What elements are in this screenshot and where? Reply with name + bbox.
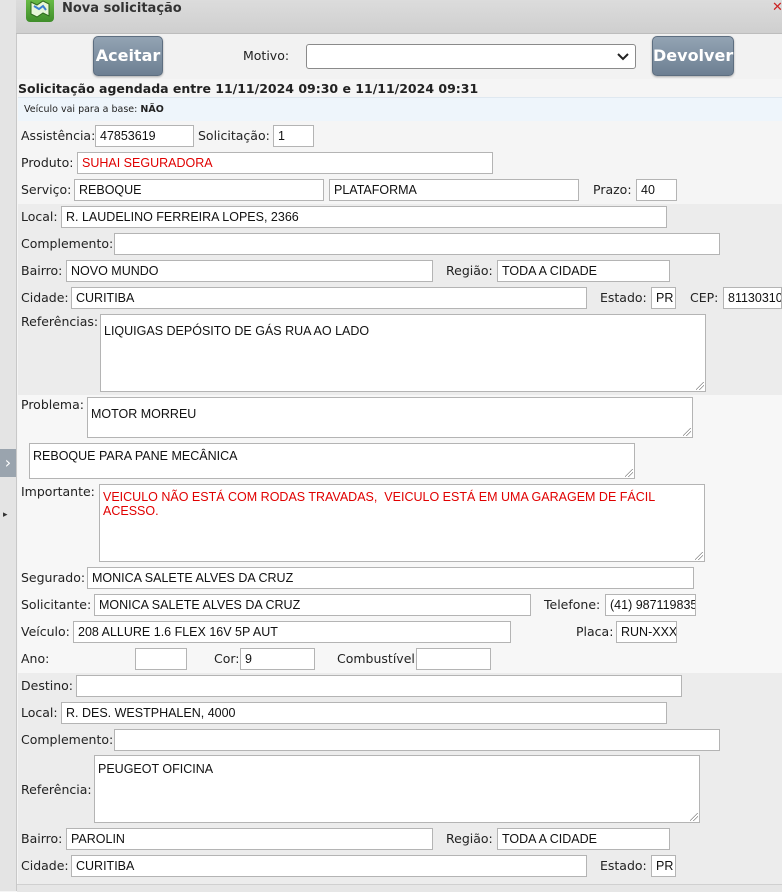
base-notice-label: Veículo vai para a base: bbox=[24, 104, 138, 115]
reason-label: Motivo: bbox=[243, 48, 290, 63]
ano-field[interactable] bbox=[135, 648, 187, 670]
dest-bairro-field[interactable]: PAROLIN bbox=[66, 828, 433, 850]
solicitacao-field[interactable]: 1 bbox=[273, 125, 314, 147]
dest-estado-label: Estado: bbox=[600, 858, 647, 873]
segurado-label: Segurado: bbox=[21, 570, 86, 585]
problema-label: Problema: bbox=[21, 397, 84, 412]
bairro-field[interactable]: NOVO MUNDO bbox=[66, 260, 433, 282]
cidade-field[interactable]: CURITIBA bbox=[71, 287, 587, 309]
base-notice-value: NÃO bbox=[140, 104, 164, 115]
destino-label: Destino: bbox=[21, 678, 73, 693]
dest-referencia-label: Referência: bbox=[21, 782, 92, 797]
problema-textarea[interactable]: MOTOR MORREU bbox=[87, 397, 693, 438]
placa-label: Placa: bbox=[576, 624, 614, 639]
dest-complemento-label: Complemento: bbox=[21, 732, 114, 747]
solicitante-label: Solicitante: bbox=[21, 597, 92, 612]
resize-grip-icon[interactable] bbox=[696, 382, 704, 390]
dest-complemento-field[interactable] bbox=[114, 729, 720, 751]
dest-local-label: Local: bbox=[21, 705, 58, 720]
chevron-down-icon bbox=[617, 53, 629, 61]
local-label: Local: bbox=[21, 209, 58, 224]
dest-local-field[interactable]: R. DES. WESTPHALEN, 4000 bbox=[61, 702, 667, 724]
produto-label: Produto: bbox=[21, 155, 74, 170]
produto-field[interactable]: SUHAI SEGURADORA bbox=[77, 152, 493, 174]
prazo-label: Prazo: bbox=[593, 182, 632, 197]
triangle-right-icon: ▸ bbox=[3, 510, 8, 520]
cep-field[interactable]: 81130310 bbox=[723, 287, 782, 309]
dest-referencia-textarea[interactable]: PEUGEOT OFICINA bbox=[94, 755, 700, 823]
resize-grip-icon[interactable] bbox=[625, 469, 633, 477]
prazo-field[interactable]: 40 bbox=[636, 179, 677, 201]
reason-select[interactable] bbox=[306, 44, 636, 69]
base-notice: Veículo vai para a base: NÃO bbox=[18, 97, 782, 121]
schedule-line: Solicitação agendada entre 11/11/2024 09… bbox=[18, 81, 479, 96]
cidade-label: Cidade: bbox=[21, 290, 69, 305]
dest-cidade-label: Cidade: bbox=[21, 858, 69, 873]
estado-field[interactable]: PR bbox=[651, 287, 676, 309]
dest-regiao-label: Região: bbox=[446, 831, 493, 846]
dest-referencia-text: PEUGEOT OFICINA bbox=[98, 762, 214, 776]
assistencia-label: Assistência: bbox=[21, 128, 96, 143]
bairro-label: Bairro: bbox=[21, 263, 63, 278]
close-icon[interactable]: ✕ bbox=[772, 0, 782, 15]
referencias-text: LIQUIGAS DEPÓSITO DE GÁS RUA AO LADO bbox=[104, 324, 370, 338]
dest-bairro-label: Bairro: bbox=[21, 831, 63, 846]
placa-field[interactable]: RUN-XXXX bbox=[616, 621, 677, 643]
complemento-label: Complemento: bbox=[21, 236, 114, 251]
veiculo-field[interactable]: 208 ALLURE 1.6 FLEX 16V 5P AUT bbox=[73, 621, 511, 643]
left-gutter bbox=[0, 0, 17, 891]
problema-text: MOTOR MORREU bbox=[91, 407, 197, 421]
window-title: Nova solicitação bbox=[62, 1, 182, 16]
problema-detalhe-textarea[interactable]: REBOQUE PARA PANE MECÂNICA bbox=[29, 443, 635, 479]
servico-field[interactable]: REBOQUE bbox=[74, 179, 324, 201]
resize-grip-icon[interactable] bbox=[690, 813, 698, 821]
local-field[interactable]: R. LAUDELINO FERREIRA LOPES, 2366 bbox=[61, 206, 667, 228]
combustivel-field[interactable] bbox=[416, 648, 491, 670]
ano-label: Ano: bbox=[21, 651, 50, 666]
destino-field[interactable] bbox=[76, 675, 682, 697]
referencias-label: Referências: bbox=[21, 314, 99, 329]
assistencia-field[interactable]: 47853619 bbox=[95, 125, 194, 147]
solicitacao-label: Solicitação: bbox=[198, 128, 270, 143]
regiao-field[interactable]: TODA A CIDADE bbox=[497, 260, 670, 282]
resize-grip-icon[interactable] bbox=[683, 428, 691, 436]
problema-detalhe-text: REBOQUE PARA PANE MECÂNICA bbox=[33, 449, 238, 463]
map-icon bbox=[26, 0, 54, 22]
segurado-field[interactable]: MONICA SALETE ALVES DA CRUZ bbox=[87, 567, 694, 589]
veiculo-label: Veículo: bbox=[21, 624, 70, 639]
dest-regiao-field[interactable]: TODA A CIDADE bbox=[497, 828, 670, 850]
servico-label: Serviço: bbox=[21, 182, 72, 197]
telefone-field[interactable]: (41) 987119835 bbox=[605, 594, 696, 616]
side-collapse-tab[interactable]: › bbox=[0, 449, 16, 477]
regiao-label: Região: bbox=[446, 263, 493, 278]
referencias-textarea[interactable]: LIQUIGAS DEPÓSITO DE GÁS RUA AO LADO bbox=[100, 314, 706, 392]
dest-cidade-field[interactable]: CURITIBA bbox=[71, 855, 587, 877]
combustivel-label: Combustível: bbox=[337, 651, 420, 666]
resize-grip-icon[interactable] bbox=[695, 552, 703, 560]
dest-estado-field[interactable]: PR bbox=[651, 855, 676, 877]
solicitante-field[interactable]: MONICA SALETE ALVES DA CRUZ bbox=[94, 594, 531, 616]
complemento-field[interactable] bbox=[114, 233, 720, 255]
side-expand-arrow[interactable]: ▸ bbox=[3, 510, 13, 522]
chevron-right-icon: › bbox=[4, 453, 12, 472]
estado-label: Estado: bbox=[600, 290, 647, 305]
cor-field[interactable]: 9 bbox=[240, 648, 315, 670]
importante-label: Importante: bbox=[21, 484, 95, 499]
servico-tipo-field[interactable]: PLATAFORMA bbox=[329, 179, 579, 201]
importante-textarea[interactable]: VEICULO NÃO ESTÁ COM RODAS TRAVADAS, VEI… bbox=[99, 484, 705, 562]
return-button[interactable]: Devolver bbox=[652, 36, 734, 76]
importante-text: VEICULO NÃO ESTÁ COM RODAS TRAVADAS, VEI… bbox=[103, 490, 658, 518]
cor-label: Cor: bbox=[214, 651, 240, 666]
telefone-label: Telefone: bbox=[544, 597, 601, 612]
cep-label: CEP: bbox=[690, 290, 719, 305]
accept-button[interactable]: Aceitar bbox=[93, 36, 163, 76]
